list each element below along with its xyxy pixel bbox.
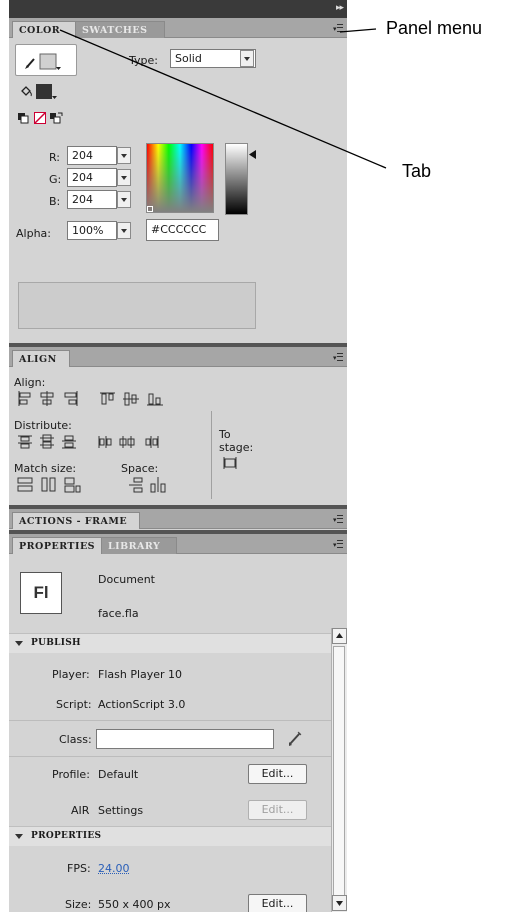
tab-callout: Tab bbox=[402, 161, 432, 181]
callout-lines bbox=[59, 28, 387, 169]
panel-menu-callout: Panel menu bbox=[386, 18, 483, 38]
